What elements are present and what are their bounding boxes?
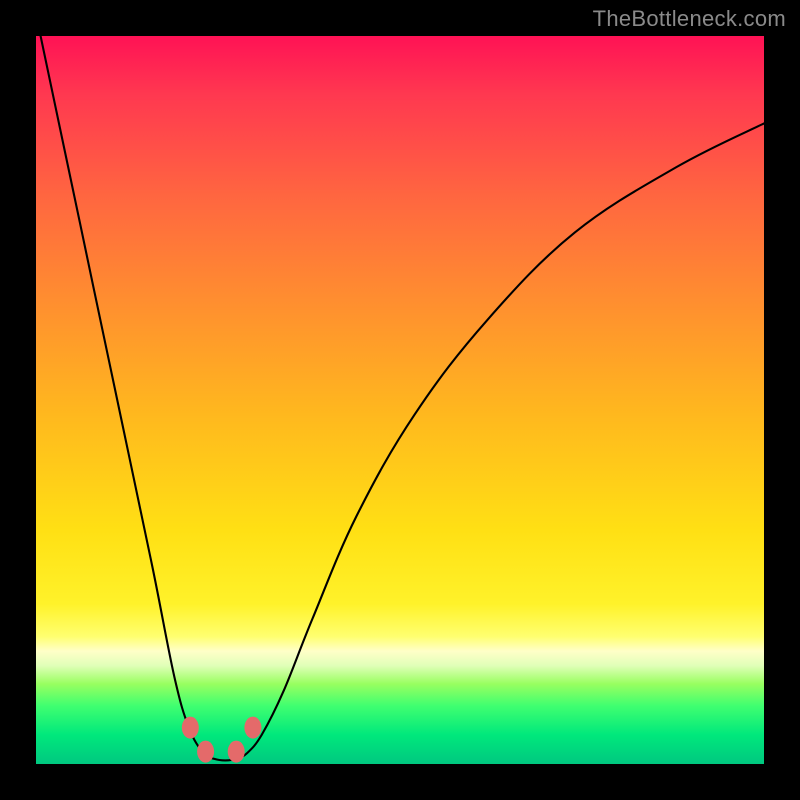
bottleneck-curve (36, 36, 764, 760)
curve-marker (197, 741, 214, 763)
curve-marker (244, 717, 261, 739)
curve-layer (36, 36, 764, 764)
plot-area (36, 36, 764, 764)
watermark-text: TheBottleneck.com (593, 6, 786, 32)
curve-marker (182, 717, 199, 739)
curve-marker (228, 741, 245, 763)
